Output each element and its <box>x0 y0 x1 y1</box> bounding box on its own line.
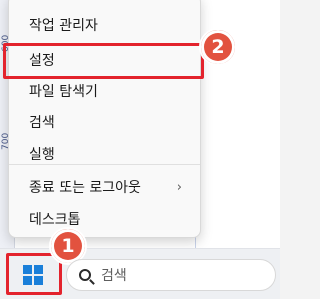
windows-logo-icon[interactable] <box>23 265 43 285</box>
start-context-menu: 작업 관리자 설정 파일 탐색기 검색 실행 종료 또는 로그아웃 › 데스크톱 <box>8 0 201 238</box>
menu-item-label: 작업 관리자 <box>29 18 98 34</box>
menu-item-label: 검색 <box>29 115 55 131</box>
menu-item-task-manager[interactable]: 작업 관리자 <box>9 10 200 42</box>
menu-item-file-explorer[interactable]: 파일 탐색기 <box>9 76 200 108</box>
step-2-badge: 2 <box>199 28 237 66</box>
menu-item-label: 파일 탐색기 <box>29 84 98 100</box>
search-placeholder: 검색 <box>101 268 127 284</box>
menu-item-shutdown-signout[interactable]: 종료 또는 로그아웃 › <box>9 172 200 204</box>
menu-item-desktop[interactable]: 데스크톱 <box>9 204 200 236</box>
settings-highlight-box <box>3 43 204 79</box>
menu-item-search[interactable]: 검색 <box>9 107 200 139</box>
menu-item-label: 종료 또는 로그아웃 <box>29 180 141 196</box>
taskbar-search-box[interactable]: 검색 <box>66 259 276 291</box>
chevron-right-icon: › <box>176 180 182 195</box>
menu-item-label: 실행 <box>29 147 55 163</box>
menu-item-run[interactable]: 실행 <box>9 139 200 171</box>
search-icon <box>79 269 91 281</box>
menu-separator <box>9 164 200 165</box>
